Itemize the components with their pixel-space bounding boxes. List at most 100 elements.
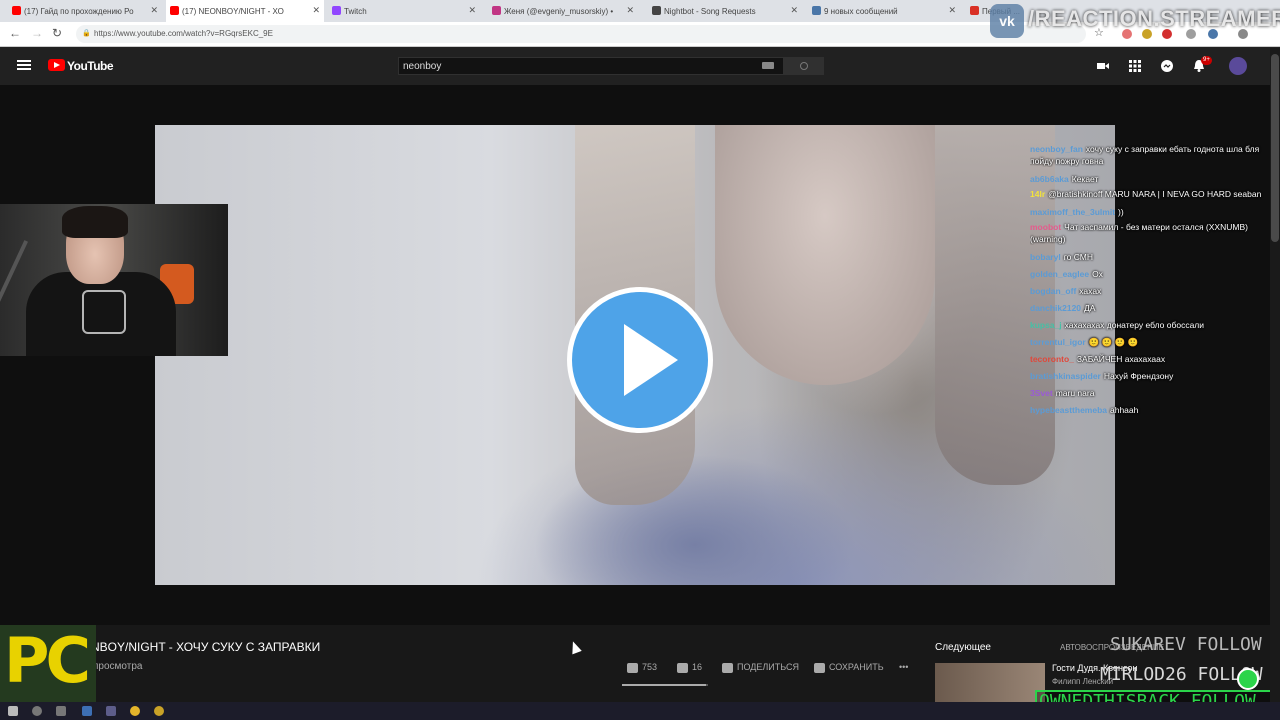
address-bar[interactable]: 🔒 https://www.youtube.com/watch?v=RGqrsE… [76,25,1086,43]
taskbar-app-icon[interactable] [106,706,116,716]
avatar[interactable] [1229,57,1247,75]
pc-logo-text: PC [4,625,91,697]
os-taskbar [0,702,1280,720]
chat-username: bratishkinaspider [1030,371,1101,381]
chat-message: 14lr @bratishkinoff MARU NARA | I NEVA GO… [1030,188,1275,200]
view-count: просмотра [93,661,143,672]
channel-watermark: /REACTION.STREAMERS [1028,6,1280,31]
youtube-logo-icon[interactable] [48,59,65,71]
messages-icon[interactable] [1161,60,1173,72]
browser-tab[interactable]: Nightbot - Song Requests ✕ [648,0,802,22]
save-label: СОХРАНИТЬ [829,662,884,672]
chat-text: ahhaah [1110,405,1139,415]
keyboard-icon[interactable] [762,62,774,69]
chat-text: Нахуй Френдзону [1103,371,1174,381]
apps-grid-icon[interactable] [1129,60,1141,72]
back-arrow-icon[interactable]: ← [9,26,21,40]
up-next-label: Следующее [935,642,991,653]
dislike-button[interactable]: 16 [677,662,702,673]
chat-message: torrentul_igor 🙂 🙂 🙂 🙂 [1030,334,1275,351]
chat-text: Чат заспамил - без матери остался (XXNUM… [1030,222,1248,244]
chat-text: )) [1118,207,1124,217]
chat-message: neonboy_fan хочу суку с заправки ебать го… [1030,143,1275,167]
youtube-logo-text[interactable]: YouTube [67,59,114,73]
save-button[interactable]: СОХРАНИТЬ [814,662,884,673]
chat-username: danchik2120 [1030,303,1082,313]
close-tab-icon[interactable]: ✕ [468,5,476,16]
more-actions-button[interactable]: ••• [899,662,908,672]
chat-message: danchik2120 ДА [1030,300,1275,317]
chat-message: hypebeastthemeba ahhaah [1030,402,1275,419]
tab-label: (17) Гайд по прохождению Ро [24,6,134,16]
video-title: NEONBOY/NIGHT - ХОЧУ СУКУ С ЗАПРАВКИ [65,640,321,654]
browser-tab[interactable]: 9 новых сообщений ✕ [808,0,960,22]
like-count: 753 [642,662,658,672]
chat-username: maximoff_the_3ulmit [1030,207,1116,217]
browser-tab[interactable]: (17) Гайд по прохождению Ро ✕ [8,0,162,22]
close-tab-icon[interactable]: ✕ [948,5,956,16]
browser-tab-active[interactable]: (17) NEONBOY/NIGHT - ХО ✕ [166,0,324,22]
windows-start-icon[interactable] [8,706,18,716]
chat-username: 14lr [1030,189,1046,199]
chat-text: го СМН [1063,252,1093,262]
verified-check-icon [1237,668,1259,690]
thumbs-down-icon [677,662,688,673]
chat-text: Кекает [1071,174,1099,184]
share-arrow-icon [722,662,733,673]
tab-label: Twitch [344,6,367,16]
chat-message: golden_eaglee Ох [1030,266,1275,283]
close-tab-icon[interactable]: ✕ [626,5,634,16]
close-tab-icon[interactable]: ✕ [150,5,158,16]
chat-message: 3Svet maru nara [1030,385,1275,402]
webcam-hair [62,206,128,238]
site-favicon-icon [970,6,979,15]
tab-label: (17) NEONBOY/NIGHT - ХО [182,6,284,16]
forward-arrow-icon[interactable]: → [31,26,43,40]
search-button[interactable] [784,57,824,75]
chat-message: bobaryl го СМН [1030,249,1275,266]
streamer-webcam [0,204,228,356]
tab-label: Nightbot - Song Requests [664,6,756,16]
next-video-thumbnail[interactable] [935,663,1045,705]
chat-username: bogdan_off [1030,286,1077,296]
create-video-icon[interactable] [1097,60,1109,72]
youtube-favicon-icon [12,6,21,15]
search-icon [800,62,808,70]
close-tab-icon[interactable]: ✕ [312,5,320,16]
play-button[interactable] [567,287,713,433]
chat-text: 🙂 🙂 🙂 🙂 [1088,337,1139,347]
page-scrollbar[interactable] [1270,48,1280,702]
chrome-icon[interactable] [130,706,140,716]
nightbot-favicon-icon [652,6,661,15]
url-text: https://www.youtube.com/watch?v=RGqrsEKC… [94,29,273,38]
share-label: ПОДЕЛИТЬСЯ [737,662,799,672]
share-button[interactable]: ПОДЕЛИТЬСЯ [722,662,799,673]
hamburger-menu-icon[interactable] [17,60,31,70]
webcam-shirt-print [82,290,126,334]
scrollbar-thumb[interactable] [1271,54,1279,242]
video-player[interactable] [155,125,1115,585]
browser-tab[interactable]: Женя (@evgeniy_musorskiy) • ✕ [488,0,638,22]
browser-tab[interactable]: Twitch ✕ [328,0,480,22]
chat-text: @bratishkinoff MARU NARA | I NEVA GO HAR… [1048,189,1262,199]
taskbar-app-icon[interactable] [154,706,164,716]
close-tab-icon[interactable]: ✕ [790,5,798,16]
task-view-icon[interactable] [56,706,66,716]
like-ratio-bar [622,684,708,686]
reload-icon[interactable]: ↻ [52,26,62,40]
chat-username: tecoronto_ [1030,354,1074,364]
taskbar-search-icon[interactable] [32,706,42,716]
youtube-favicon-icon [170,6,179,15]
pc-logo-overlay: PC [0,625,96,703]
chat-message: maximoff_the_3ulmit)) [1030,204,1275,221]
play-icon [624,324,678,396]
playlist-add-icon [814,662,825,673]
search-input[interactable] [398,57,784,75]
chat-message: tecoronto_ ЗАБАЙЧЕН ахахахаах [1030,351,1275,368]
chat-message: kupsa_j хахахахах донатеру ебло обоссали [1030,317,1275,334]
chat-username: torrentul_igor [1030,337,1086,347]
chat-text: Ох [1092,269,1103,279]
like-ratio-fill [622,684,707,686]
taskbar-app-icon[interactable] [82,706,92,716]
like-button[interactable]: 753 [627,662,657,673]
